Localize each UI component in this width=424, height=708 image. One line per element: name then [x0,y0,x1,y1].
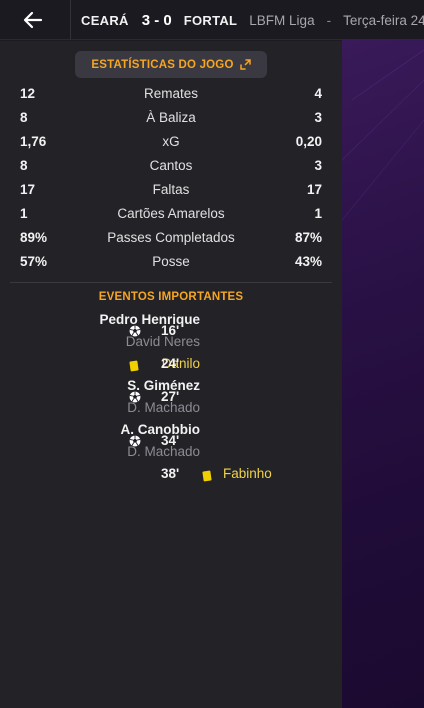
stat-label: Posse [152,254,190,269]
event-minute: 24' [161,356,180,371]
stat-away-value: 0,20 [295,134,322,149]
expand-icon [239,59,251,70]
goal-ball-icon [129,325,141,337]
stat-home-value: 12 [20,86,36,101]
stat-row-passes: 89% Passes Completados 87% [0,227,342,251]
stat-label: Passes Completados [107,230,235,245]
competition-name[interactable]: LBFM Liga [249,13,314,28]
stat-label: À Baliza [146,110,196,125]
event-scorer[interactable]: Pedro Henrique [99,312,200,327]
stat-row-possession: 57% Posse 43% [0,251,342,275]
yellow-card-icon [129,360,139,372]
stat-home-value: 8 [20,110,28,125]
stat-row-xg: 1,76 xG 0,20 [0,131,342,155]
stat-row-yellow-cards: 1 Cartões Amarelos 1 [0,203,342,227]
stat-row-corners: 8 Cantos 3 [0,155,342,179]
event-minute: 16' [161,323,180,338]
match-score: 3 - 0 [141,11,172,29]
event-minute: 27' [161,389,180,404]
background-pattern [342,40,424,708]
stat-label: Faltas [152,182,190,197]
section-divider [10,282,332,283]
away-team-name[interactable]: FORTAL [184,13,238,28]
stat-row-on-target: 8 À Baliza 3 [0,107,342,131]
header-divider [70,0,71,39]
stat-home-value: 17 [20,182,36,197]
event-minute: 38' [161,466,180,481]
stat-away-value: 3 [314,158,322,173]
back-button[interactable] [16,6,50,34]
stat-home-value: 1,76 [20,134,47,149]
stat-row-shots: 12 Remates 4 [0,83,342,107]
event-minute: 34' [161,433,180,448]
stat-label: xG [162,134,180,149]
scoreline: CEARÁ 3 - 0 FORTAL LBFM Liga - Terça-fei… [81,0,424,39]
goal-ball-icon [129,435,141,447]
back-arrow-icon [23,11,43,29]
stat-away-value: 43% [294,254,322,269]
stat-away-value: 87% [294,230,322,245]
match-stats-button-label: ESTATÍSTICAS DO JOGO [91,58,234,71]
match-date: Terça-feira 24 de [343,12,424,28]
goal-ball-icon [129,391,141,403]
home-team-name[interactable]: CEARÁ [81,13,129,28]
stat-away-value: 4 [314,86,322,101]
stat-away-value: 3 [314,110,322,125]
stat-label: Cartões Amarelos [117,206,225,221]
event-booked-player[interactable]: Fabinho [223,466,272,481]
match-stats-button[interactable]: ESTATÍSTICAS DO JOGO [75,51,267,78]
stat-label: Cantos [149,158,193,173]
stat-away-value: 17 [306,182,322,197]
yellow-card-icon [202,470,212,482]
stat-row-fouls: 17 Faltas 17 [0,179,342,203]
stat-label: Remates [143,86,199,101]
stat-home-value: 89% [20,230,48,245]
stat-home-value: 1 [20,206,28,221]
stat-home-value: 57% [20,254,48,269]
match-header: CEARÁ 3 - 0 FORTAL LBFM Liga - Terça-fei… [0,0,424,40]
header-separator: - [326,12,332,28]
stat-home-value: 8 [20,158,28,173]
stat-away-value: 1 [314,206,322,221]
events-title: EVENTOS IMPORTANTES [98,291,244,303]
